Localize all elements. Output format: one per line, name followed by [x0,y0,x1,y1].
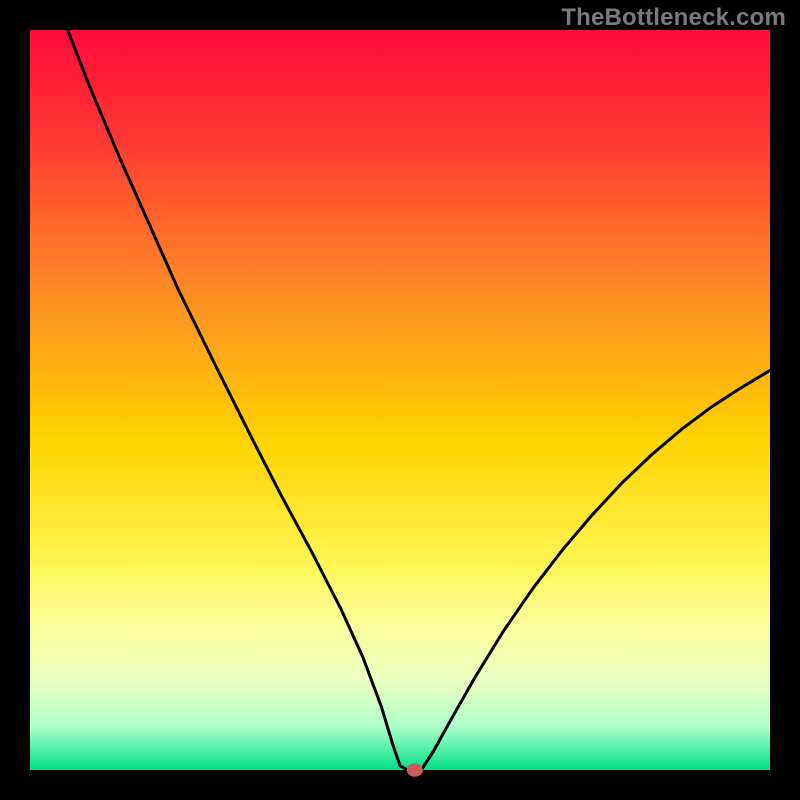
plot-area [30,30,770,770]
watermark-text: TheBottleneck.com [561,4,786,32]
chart-container: TheBottleneck.com [0,0,800,800]
bottleneck-chart [0,0,800,800]
minimum-marker [407,763,423,777]
